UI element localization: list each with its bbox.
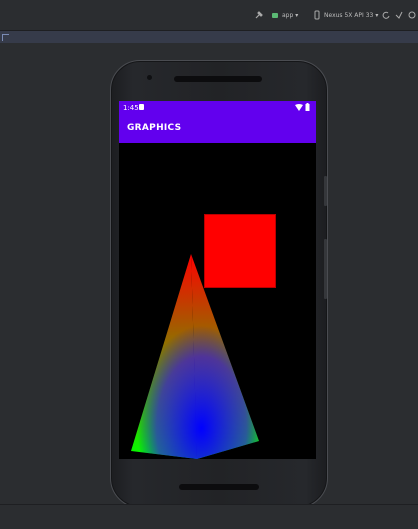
wifi-icon bbox=[295, 103, 303, 111]
front-camera bbox=[147, 75, 152, 80]
earpiece-speaker bbox=[174, 76, 262, 82]
volume-button[interactable] bbox=[324, 239, 327, 299]
rerun-icon[interactable] bbox=[381, 9, 391, 21]
battery-icon bbox=[305, 103, 310, 111]
power-button[interactable] bbox=[324, 176, 327, 206]
ide-status-bar bbox=[0, 504, 418, 529]
chevron-down-icon: ▾ bbox=[295, 11, 299, 19]
editor-tab-strip bbox=[0, 31, 418, 43]
apply-changes-icon[interactable] bbox=[394, 9, 404, 21]
gradient-pyramid-shape bbox=[131, 254, 259, 459]
device-icon bbox=[314, 10, 320, 20]
pyramid-blue-blend bbox=[131, 254, 259, 459]
android-icon bbox=[272, 13, 278, 18]
app-bar: GRAPHICS bbox=[119, 115, 316, 143]
build-hammer-icon[interactable] bbox=[254, 9, 264, 21]
debug-icon[interactable] bbox=[407, 9, 417, 21]
ide-toolbar: app ▾ Nexus 5X API 33 ▾ bbox=[0, 0, 418, 31]
chevron-down-icon: ▾ bbox=[375, 11, 379, 19]
status-time: 1:45 bbox=[123, 104, 139, 112]
app-title: GRAPHICS bbox=[127, 123, 182, 133]
sd-card-icon bbox=[139, 104, 144, 110]
run-config-label: app bbox=[282, 11, 294, 19]
device-selector[interactable]: Nexus 5X API 33 ▾ bbox=[312, 9, 378, 21]
emulator-phone-frame: 1:45 GRAPHICS bbox=[110, 60, 328, 508]
run-config-dropdown[interactable]: app ▾ bbox=[270, 9, 298, 21]
graphics-canvas[interactable] bbox=[119, 143, 316, 459]
tab-icon[interactable] bbox=[2, 34, 9, 41]
device-label: Nexus 5X API 33 bbox=[324, 11, 374, 19]
phone-screen[interactable]: 1:45 GRAPHICS bbox=[119, 101, 316, 459]
bottom-speaker bbox=[179, 484, 259, 490]
android-status-bar: 1:45 bbox=[119, 101, 316, 115]
